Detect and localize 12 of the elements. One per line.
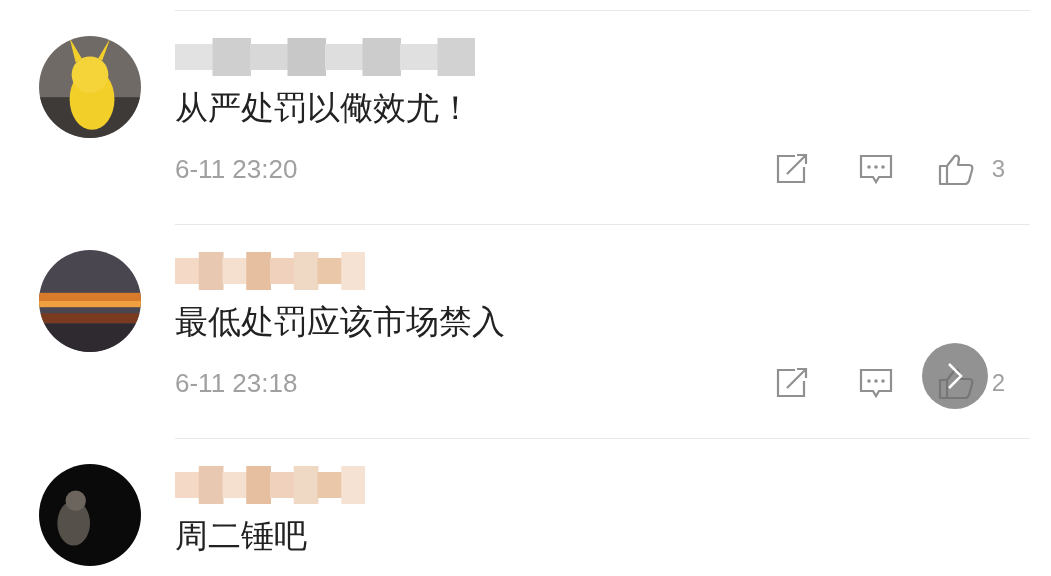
share-icon[interactable] (774, 367, 809, 399)
comment-icon[interactable] (858, 367, 893, 399)
comment-time: 6-11 23:18 (175, 367, 298, 399)
share-icon[interactable] (774, 153, 809, 185)
comment-time: 6-11 23:20 (175, 153, 298, 185)
comment-icon[interactable] (858, 153, 893, 185)
like-count: 2 (991, 369, 1005, 397)
comment-text: 周二锤吧 (175, 516, 308, 556)
like-count: 3 (991, 155, 1005, 183)
comment-text: 从严处罚以儆效尤！ (175, 88, 473, 128)
thumbs-up-icon[interactable] (937, 152, 974, 186)
comment-text: 最低处罚应该市场禁入 (175, 302, 506, 342)
